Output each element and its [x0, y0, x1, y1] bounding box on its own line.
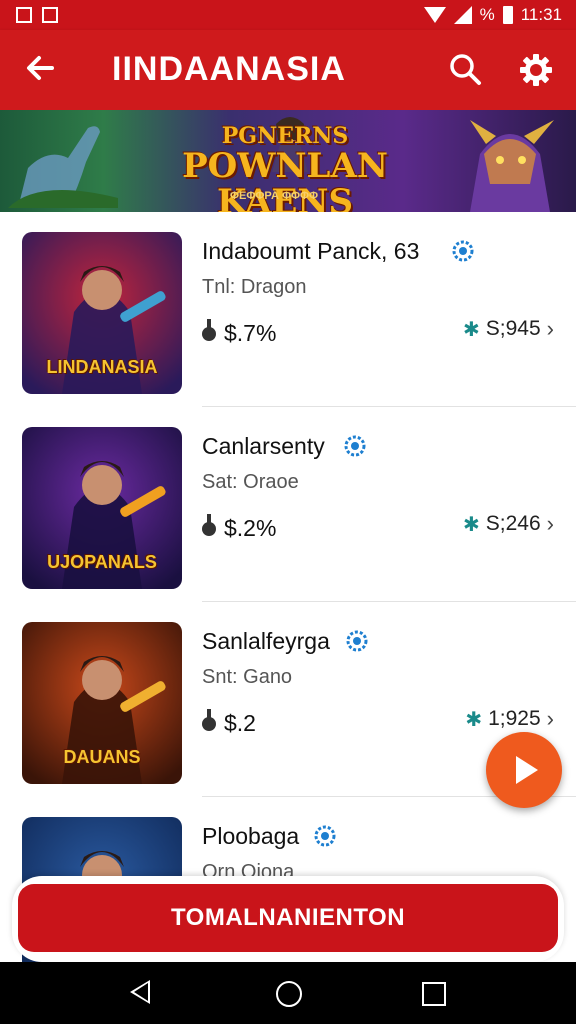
game-price-value: 1;925	[488, 707, 541, 730]
game-list-item[interactable]: UJOPANALS Canlarsenty Sat: Oraoe $.2% ✱ S;246…	[0, 407, 576, 602]
game-subtitle: Snt: Gano	[202, 666, 293, 688]
banner-subtitle: ΦΕΦΦΡΑ ΦΦΦΦ	[230, 190, 319, 202]
verified-badge-icon	[344, 435, 366, 457]
verified-badge-icon	[452, 240, 474, 262]
game-stat: $.2	[202, 708, 256, 737]
game-list: LINDANASIA Indaboumt Panck, 63 Tnl: Dragon…	[0, 212, 576, 962]
system-nav-bar	[0, 962, 576, 1024]
dinosaur-illustration	[8, 126, 118, 208]
game-stat: $.2%	[202, 513, 277, 542]
gear-icon[interactable]	[518, 52, 554, 88]
drop-icon	[202, 708, 216, 731]
status-bar: % 11:31	[0, 0, 576, 30]
game-thumbnail[interactable]: UJOPANALS	[22, 427, 182, 589]
star-icon: ✱	[463, 513, 480, 536]
nav-home-icon[interactable]	[276, 981, 302, 1007]
app-title: IINDAANASIA	[112, 50, 346, 88]
promo-banner[interactable]: PGNERNS POWNLAN KAENS ΦΕΦΦΡΑ ΦΦΦΦ	[0, 110, 576, 212]
tournament-button[interactable]: TOMALNANIENTON	[18, 884, 558, 952]
signal-icon	[453, 6, 472, 24]
game-thumbnail-label: LINDANASIA	[46, 357, 158, 377]
search-icon[interactable]	[448, 52, 482, 86]
wifi-icon	[423, 7, 446, 23]
play-icon	[516, 756, 538, 784]
game-thumbnail-label: DAUANS	[63, 747, 141, 767]
verified-badge-icon	[346, 630, 368, 652]
verified-badge-icon	[314, 825, 336, 847]
drop-icon	[202, 513, 216, 536]
villain-illustration	[470, 120, 554, 212]
game-price[interactable]: ✱ S;246 ›	[463, 511, 554, 537]
notification-box-icon	[42, 7, 58, 23]
game-stat-value: $.2%	[224, 515, 277, 541]
game-thumbnail-label: UJOPANALS	[47, 552, 157, 572]
game-title: Canlarsenty	[202, 433, 325, 459]
game-list-item[interactable]: LINDANASIA Indaboumt Panck, 63 Tnl: Dragon…	[0, 212, 576, 407]
game-price-value: S;945	[485, 317, 541, 340]
clock: 11:31	[520, 5, 562, 24]
game-thumbnail[interactable]: LINDANASIA	[22, 232, 182, 394]
game-title: Ploobaga	[202, 823, 300, 849]
nav-back-icon-inner	[134, 983, 148, 1001]
app-bar: IINDAANASIA	[0, 30, 576, 110]
game-title: Indaboumt Panck, 63	[202, 238, 420, 264]
nav-recents-icon[interactable]	[422, 982, 446, 1006]
star-icon: ✱	[463, 318, 480, 341]
chevron-right-icon: ›	[546, 511, 554, 536]
game-title: Sanlalfeyrga	[202, 628, 330, 654]
game-subtitle: Tnl: Dragon	[202, 276, 307, 298]
game-price-value: S;246	[485, 512, 541, 535]
game-price[interactable]: ✱ S;945 ›	[463, 316, 554, 342]
star-icon: ✱	[465, 708, 483, 731]
battery-icon	[502, 6, 513, 24]
chevron-right-icon: ›	[546, 316, 554, 341]
game-stat-value: $.7%	[224, 320, 277, 346]
game-price[interactable]: ✱ 1;925 ›	[465, 706, 554, 732]
game-thumbnail[interactable]: DAUANS	[22, 622, 182, 784]
chevron-right-icon: ›	[546, 706, 554, 731]
game-stat-value: $.2	[224, 710, 256, 736]
back-arrow-icon[interactable]	[22, 50, 58, 86]
game-stat: $.7%	[202, 318, 277, 347]
battery-text: %	[479, 5, 495, 24]
drop-icon	[202, 318, 216, 341]
game-subtitle: Sat: Oraoe	[202, 471, 299, 493]
notification-image-icon	[16, 7, 32, 23]
play-fab-button[interactable]	[486, 732, 562, 808]
